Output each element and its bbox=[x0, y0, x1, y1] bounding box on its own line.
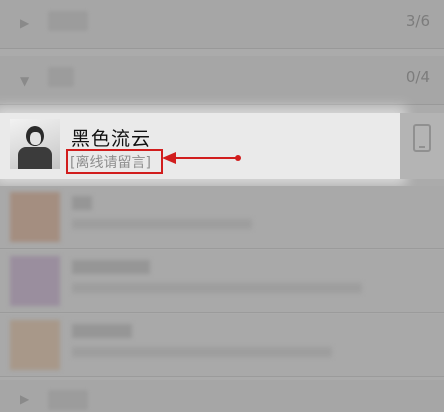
group-header-1[interactable]: ▶ 3/6 bbox=[0, 0, 444, 49]
group-header-2[interactable]: ▼ 0/4 bbox=[0, 56, 444, 105]
list-item[interactable] bbox=[0, 186, 444, 249]
avatar[interactable] bbox=[10, 119, 60, 169]
contact-status: [离线请留言] bbox=[70, 155, 151, 171]
contacts-screen: ▶ 3/6 ▼ 0/4 黑色流云 [离线请留言] ▶ bbox=[0, 0, 444, 412]
phone-icon bbox=[413, 124, 431, 152]
group-name bbox=[48, 11, 88, 31]
expanded-triangle-icon: ▼ bbox=[20, 74, 30, 88]
collapsed-triangle-icon: ▶ bbox=[20, 16, 30, 30]
group-header-3[interactable]: ▶ bbox=[0, 380, 444, 412]
group-count: 3/6 bbox=[405, 12, 430, 30]
contact-name: 黑色流云 bbox=[71, 128, 152, 150]
list-item[interactable] bbox=[0, 250, 444, 313]
group-name bbox=[48, 67, 74, 87]
list-item[interactable] bbox=[0, 314, 444, 377]
group-count: 0/4 bbox=[405, 68, 430, 86]
contact-row-highlighted[interactable] bbox=[0, 113, 400, 179]
collapsed-triangle-icon: ▶ bbox=[20, 392, 30, 406]
group-name bbox=[48, 390, 88, 410]
annotation-arrow-icon bbox=[162, 152, 241, 164]
